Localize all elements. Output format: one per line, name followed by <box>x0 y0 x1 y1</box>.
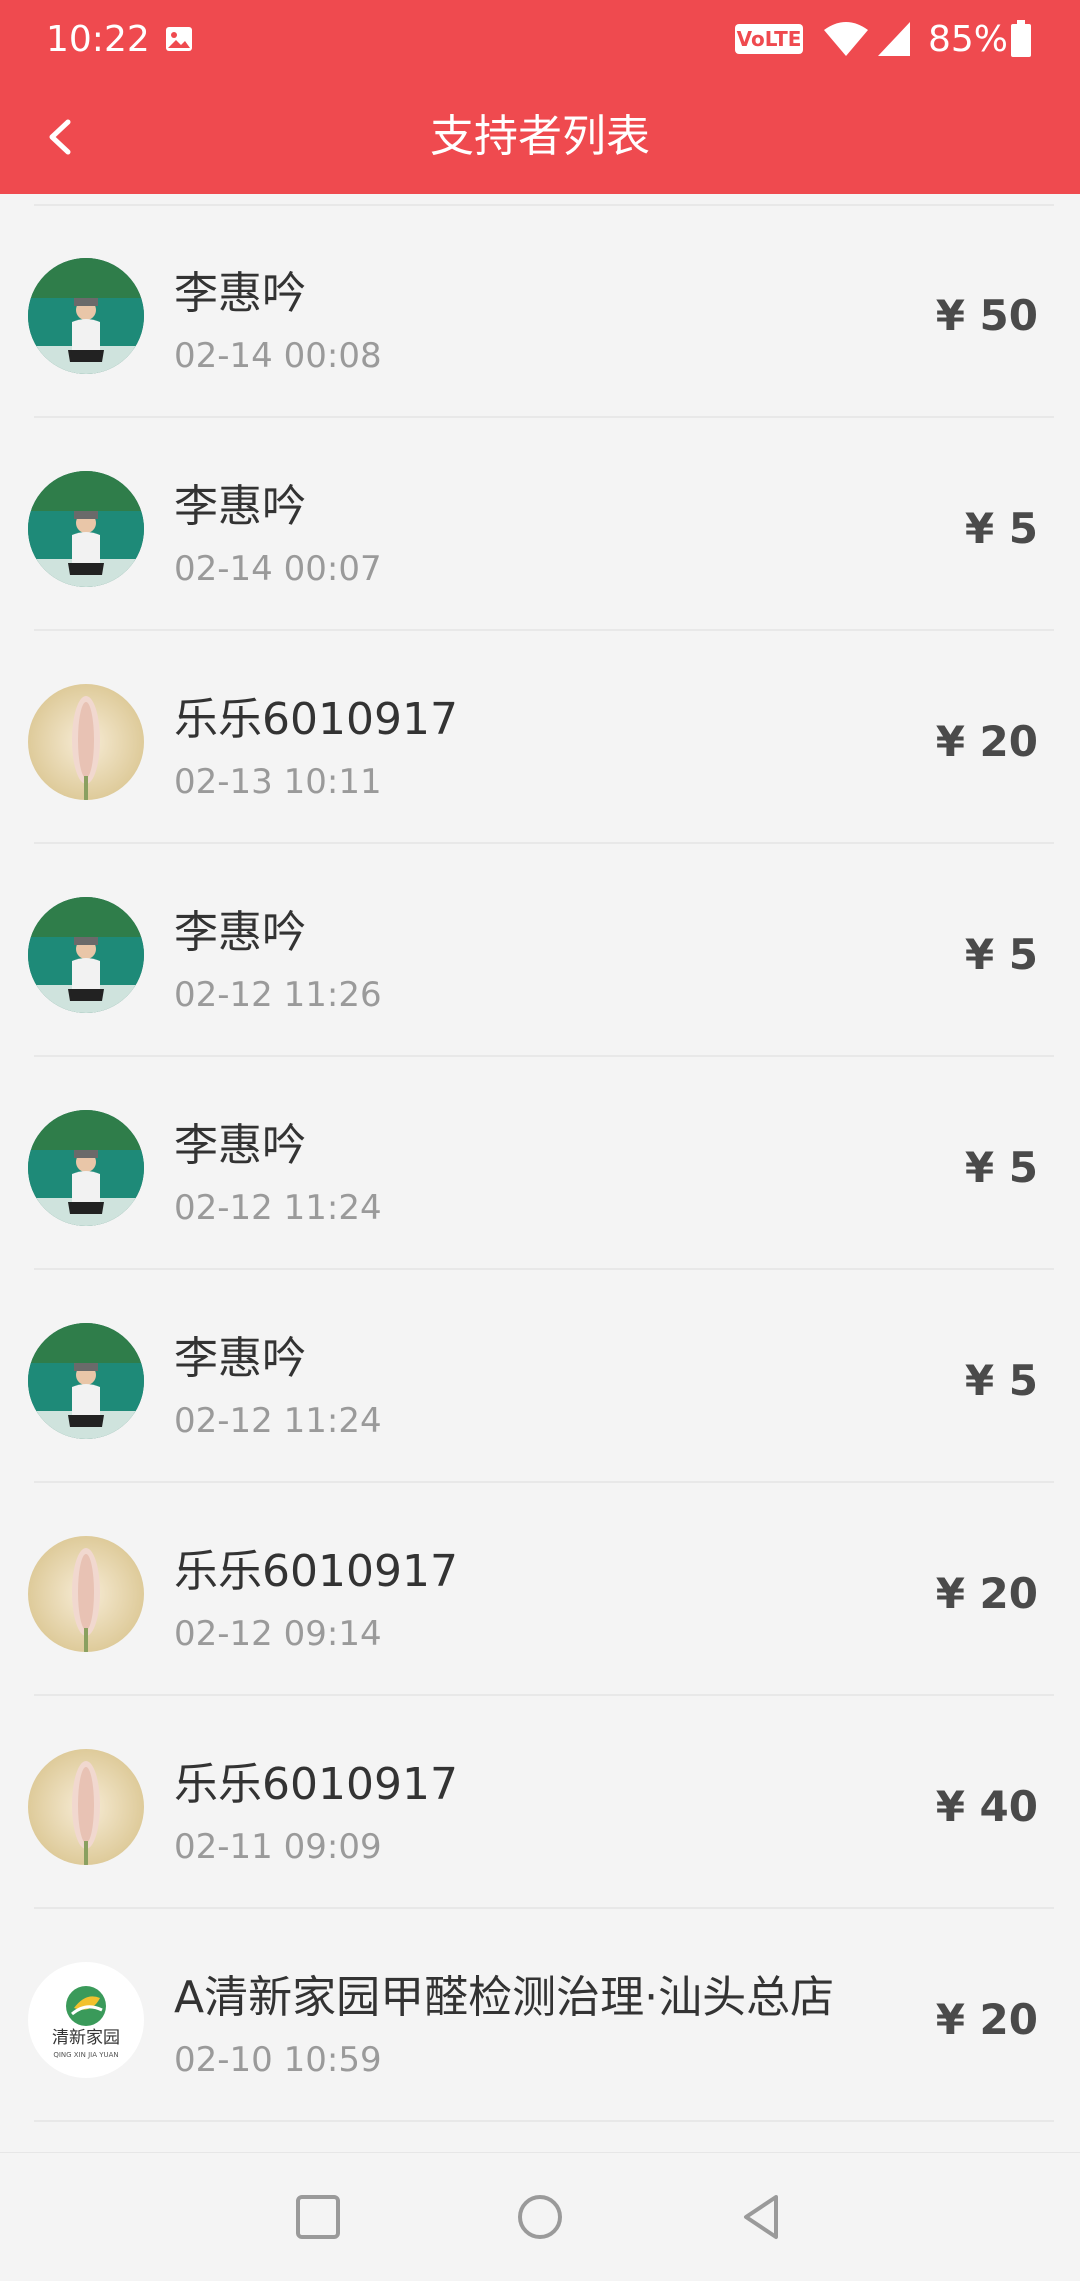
supporter-name: 乐乐6010917 <box>174 1546 458 1597</box>
recents-square-icon <box>296 2195 340 2239</box>
supporter-name: 李惠吟 <box>174 481 306 532</box>
divider <box>34 1907 1054 1909</box>
system-nav-bar <box>0 2152 1080 2281</box>
list-item[interactable]: 李惠吟 02-14 00:08 ¥ 50 <box>0 206 1080 418</box>
divider <box>34 1694 1054 1696</box>
support-time: 02-13 10:11 <box>174 762 382 802</box>
divider <box>34 842 1054 844</box>
support-amount: ¥ 20 <box>935 717 1038 766</box>
supporter-list[interactable]: 李惠吟 02-14 00:08 ¥ 50 李惠吟 02-14 00:07 ¥ 5 乐乐601… <box>0 194 1080 2152</box>
support-amount: ¥ 20 <box>935 1569 1038 1618</box>
volte-badge: VoLTE <box>735 24 803 54</box>
signal-icon <box>876 20 912 58</box>
avatar[interactable] <box>28 471 144 587</box>
list-item[interactable]: 李惠吟 02-12 11:24 ¥ 5 <box>0 1058 1080 1270</box>
logo-text: 清新家园 <box>52 2028 120 2048</box>
supporter-name: 李惠吟 <box>174 1333 306 1384</box>
battery-icon <box>1010 20 1032 58</box>
divider <box>34 1481 1054 1483</box>
logo-subtext: QING XIN JIA YUAN <box>53 2051 119 2059</box>
support-time: 02-11 09:09 <box>174 1827 382 1867</box>
list-item[interactable]: 李惠吟 02-12 11:24 ¥ 5 <box>0 1271 1080 1483</box>
wifi-icon <box>822 20 870 58</box>
list-item[interactable]: 李惠吟 02-12 11:26 ¥ 5 <box>0 845 1080 1057</box>
support-amount: ¥ 40 <box>935 1782 1038 1831</box>
avatar[interactable] <box>28 1749 144 1865</box>
back-nav-button[interactable] <box>732 2187 792 2247</box>
supporter-name: 李惠吟 <box>174 268 306 319</box>
divider <box>34 2120 1054 2122</box>
status-time: 10:22 <box>46 19 150 60</box>
home-circle-icon <box>518 2195 562 2239</box>
divider <box>34 1268 1054 1270</box>
divider <box>34 1055 1054 1057</box>
support-time: 02-12 11:24 <box>174 1188 382 1228</box>
supporter-name: 乐乐6010917 <box>174 1759 458 1810</box>
avatar[interactable] <box>28 897 144 1013</box>
support-time: 02-14 00:08 <box>174 336 382 376</box>
home-button[interactable] <box>510 2187 570 2247</box>
list-item[interactable]: 乐乐6010917 02-12 09:14 ¥ 20 <box>0 1484 1080 1696</box>
supporter-name: 李惠吟 <box>174 907 306 958</box>
support-amount: ¥ 20 <box>935 1995 1038 2044</box>
battery-percent: 85% <box>928 19 1009 60</box>
avatar[interactable] <box>28 1536 144 1652</box>
support-amount: ¥ 5 <box>964 504 1038 553</box>
avatar[interactable] <box>28 1110 144 1226</box>
supporter-name: 乐乐6010917 <box>174 694 458 745</box>
support-time: 02-12 11:26 <box>174 975 382 1015</box>
support-time: 02-12 11:24 <box>174 1401 382 1441</box>
supporter-name: 李惠吟 <box>174 1120 306 1171</box>
list-item[interactable]: 乐乐6010917 02-11 09:09 ¥ 40 <box>0 1697 1080 1909</box>
divider <box>34 629 1054 631</box>
app-header: 支持者列表 <box>0 80 1080 194</box>
supporter-name: A清新家园甲醛检测治理·汕头总店 <box>174 1972 835 2023</box>
support-amount: ¥ 50 <box>935 291 1038 340</box>
avatar[interactable] <box>28 1323 144 1439</box>
support-time: 02-14 00:07 <box>174 549 382 589</box>
support-amount: ¥ 5 <box>964 930 1038 979</box>
avatar[interactable] <box>28 258 144 374</box>
list-item[interactable]: 李惠吟 02-14 00:07 ¥ 5 <box>0 419 1080 631</box>
status-bar: 10:22 VoLTE 85% <box>0 0 1080 80</box>
back-triangle-icon <box>744 2195 778 2239</box>
support-time: 02-12 09:14 <box>174 1614 382 1654</box>
support-time: 02-10 10:59 <box>174 2040 382 2080</box>
avatar[interactable]: 清新家园 QING XIN JIA YUAN <box>28 1962 144 2078</box>
list-item[interactable]: 乐乐6010917 02-13 10:11 ¥ 20 <box>0 632 1080 844</box>
support-amount: ¥ 5 <box>964 1356 1038 1405</box>
divider <box>34 416 1054 418</box>
recents-button[interactable] <box>288 2187 348 2247</box>
support-amount: ¥ 5 <box>964 1143 1038 1192</box>
page-title: 支持者列表 <box>430 111 650 162</box>
avatar[interactable] <box>28 684 144 800</box>
image-icon <box>164 24 194 54</box>
list-item[interactable]: 清新家园 QING XIN JIA YUAN A清新家园甲醛检测治理·汕头总店 02-… <box>0 1910 1080 2122</box>
